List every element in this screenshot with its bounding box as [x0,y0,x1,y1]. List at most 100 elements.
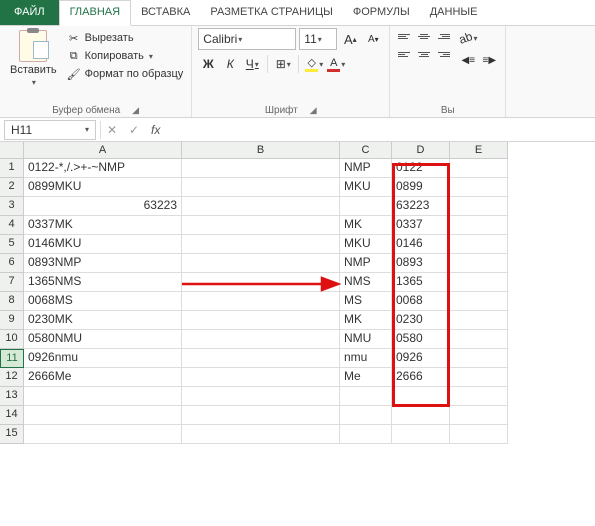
row-header[interactable]: 8 [0,292,24,311]
align-middle-button[interactable] [415,28,433,44]
cell[interactable]: NMP [340,159,392,178]
increase-font-button[interactable]: A▴ [340,29,360,49]
tab-data[interactable]: ДАННЫЕ [420,0,488,25]
row-header[interactable]: 3 [0,197,24,216]
row-header[interactable]: 12 [0,368,24,387]
cell[interactable]: NMU [340,330,392,349]
cell[interactable]: 63223 [24,197,182,216]
cell[interactable] [450,292,508,311]
cell[interactable] [340,425,392,444]
cell[interactable]: Me [340,368,392,387]
column-header[interactable]: E [450,142,508,159]
cell[interactable]: MK [340,216,392,235]
cell[interactable] [450,406,508,425]
cell[interactable]: 0899MKU [24,178,182,197]
font-size-combo[interactable]: 11▾ [299,28,337,50]
cell[interactable] [392,406,450,425]
cell[interactable] [450,311,508,330]
cell[interactable]: 63223 [392,197,450,216]
cell[interactable]: 0146MKU [24,235,182,254]
cell[interactable] [182,159,340,178]
cell[interactable]: 0580NMU [24,330,182,349]
cell[interactable] [182,216,340,235]
enter-formula-button[interactable]: ✓ [123,123,145,137]
cut-button[interactable]: ✂Вырезать [65,30,186,46]
cell[interactable] [182,425,340,444]
cell[interactable] [182,235,340,254]
column-header[interactable]: A [24,142,182,159]
cell[interactable] [182,197,340,216]
cell[interactable]: 0146 [392,235,450,254]
row-header[interactable]: 1 [0,159,24,178]
cell[interactable]: 1365NMS [24,273,182,292]
cell[interactable]: nmu [340,349,392,368]
font-dialog-launcher-icon[interactable]: ◢ [310,105,317,116]
bold-button[interactable]: Ж [198,54,218,74]
tab-page-layout[interactable]: РАЗМЕТКА СТРАНИЦЫ [200,0,342,25]
font-name-combo[interactable]: Calibri▾ [198,28,296,50]
cell[interactable]: MKU [340,235,392,254]
row-header[interactable]: 13 [0,387,24,406]
cell[interactable] [24,425,182,444]
cell[interactable]: 0337 [392,216,450,235]
cell[interactable] [392,425,450,444]
cell[interactable] [182,254,340,273]
fill-color-button[interactable]: ◇▾ [304,54,324,74]
cell[interactable]: 0893NMP [24,254,182,273]
italic-button[interactable]: К [220,54,240,74]
column-header[interactable]: D [392,142,450,159]
row-header[interactable]: 10 [0,330,24,349]
cell[interactable] [450,254,508,273]
font-color-button[interactable]: A▾ [326,54,346,74]
row-header[interactable]: 4 [0,216,24,235]
cell[interactable] [182,387,340,406]
align-center-button[interactable] [415,46,433,62]
cell[interactable]: 1365 [392,273,450,292]
cell[interactable]: 0122-*,/.>+-~NMP [24,159,182,178]
cancel-formula-button[interactable]: ✕ [101,123,123,137]
copy-button[interactable]: ⧉Копировать▾ [65,48,186,64]
cell[interactable]: 0068MS [24,292,182,311]
cell[interactable] [450,216,508,235]
cell[interactable] [182,311,340,330]
row-header[interactable]: 5 [0,235,24,254]
cell[interactable] [450,330,508,349]
cell[interactable]: 0926nmu [24,349,182,368]
cell[interactable] [450,235,508,254]
paste-button[interactable]: Вставить ▾ [6,28,61,103]
cell[interactable] [24,387,182,406]
cell[interactable] [392,387,450,406]
cell[interactable]: 0068 [392,292,450,311]
cell[interactable]: 0893 [392,254,450,273]
cell[interactable] [182,330,340,349]
cell[interactable] [450,368,508,387]
cell[interactable] [182,273,340,292]
cell[interactable] [340,387,392,406]
cell[interactable]: MS [340,292,392,311]
decrease-font-button[interactable]: A▾ [363,29,383,49]
cell[interactable]: 0230MK [24,311,182,330]
spreadsheet-grid[interactable]: ABCDE10122-*,/.>+-~NMPNMP012220899MKUMKU… [0,142,595,444]
fx-button[interactable]: fx [145,123,166,137]
paste-dropdown-icon[interactable]: ▾ [32,78,36,87]
cell[interactable] [182,349,340,368]
align-top-button[interactable] [396,28,414,44]
cell[interactable]: 0122 [392,159,450,178]
cell[interactable] [450,197,508,216]
row-header[interactable]: 2 [0,178,24,197]
cell[interactable]: 0926 [392,349,450,368]
clipboard-dialog-launcher-icon[interactable]: ◢ [132,105,139,116]
align-right-button[interactable] [434,46,452,62]
align-left-button[interactable] [396,46,414,62]
row-header[interactable]: 9 [0,311,24,330]
cell[interactable]: MKU [340,178,392,197]
copy-dropdown-icon[interactable]: ▾ [149,52,153,61]
borders-button[interactable]: ⊞▾ [273,54,293,74]
column-header[interactable]: C [340,142,392,159]
underline-button[interactable]: Ч▾ [242,54,262,74]
tab-home[interactable]: ГЛАВНАЯ [59,0,131,26]
select-all-corner[interactable] [0,142,24,159]
format-painter-button[interactable]: 🖌Формат по образцу [65,66,186,82]
cell[interactable]: 0230 [392,311,450,330]
row-header[interactable]: 7 [0,273,24,292]
